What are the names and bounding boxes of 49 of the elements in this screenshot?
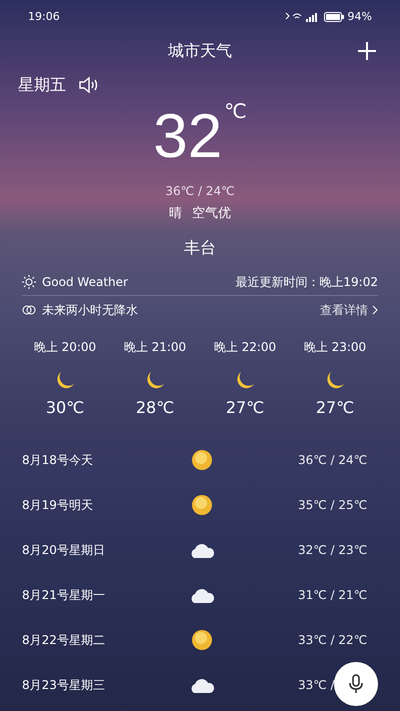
city-name: 丰台	[184, 236, 216, 258]
speaker-button[interactable]	[78, 76, 100, 94]
forecast-date: 8月18号今天	[22, 452, 94, 469]
forecast-temperature: 33℃ / 22℃	[298, 632, 368, 649]
cloud-icon	[189, 541, 215, 559]
air-quality: 空气优	[192, 205, 231, 223]
forecast-temperature: 36℃ / 24℃	[298, 452, 368, 469]
signal-icon	[284, 12, 320, 22]
chevron-right-icon	[372, 304, 378, 314]
sun-icon	[191, 629, 213, 651]
cloud-icon	[189, 676, 215, 694]
forecast-date: 8月19号明天	[22, 497, 94, 514]
sun-outline-icon	[22, 275, 36, 289]
hour-time: 晚上 20:00	[34, 338, 96, 356]
weather-summary: Good Weather	[42, 274, 128, 291]
hour-temperature: 27℃	[226, 396, 264, 418]
current-temperature: 32	[153, 102, 222, 172]
hour-temperature: 27℃	[316, 396, 354, 418]
hour-temperature: 28℃	[136, 396, 174, 418]
rain-forecast: 未来两小时无降水	[42, 302, 138, 318]
hour-time: 晚上 23:00	[304, 338, 366, 356]
speaker-icon	[78, 76, 100, 94]
microphone-icon	[347, 674, 365, 694]
sun-icon	[191, 494, 213, 516]
cloud-icon	[189, 586, 215, 604]
temperature-range: 36℃ / 24℃	[165, 183, 235, 200]
forecast-temperature: 31℃ / 21℃	[298, 587, 368, 604]
forecast-temperature: 35℃ / 25℃	[298, 497, 368, 514]
forecast-temperature: 32℃ / 23℃	[298, 542, 368, 559]
forecast-temperature: 33℃ /	[298, 677, 335, 694]
plus-icon	[357, 41, 377, 61]
microphone-button[interactable]	[334, 662, 378, 706]
sun-icon	[191, 449, 213, 471]
battery-icon	[324, 12, 344, 22]
forecast-date: 8月22号星期二	[22, 632, 106, 649]
status-time: 19:06	[28, 8, 60, 25]
temperature-unit: ℃	[224, 98, 247, 125]
update-time: 最近更新时间：晚上19:02	[235, 274, 378, 291]
hour-time: 晚上 22:00	[214, 338, 276, 356]
battery-level: 94%	[348, 8, 372, 25]
weekday: 星期五	[18, 74, 66, 96]
details-link[interactable]: 查看详情	[320, 300, 378, 318]
weather-condition: 晴	[169, 205, 182, 223]
forecast-date: 8月23号星期三	[22, 677, 106, 694]
hour-time: 晚上 21:00	[124, 338, 186, 356]
forecast-date: 8月20号星期日	[22, 542, 106, 559]
page-title: 城市天气	[168, 40, 232, 62]
hour-temperature: 30℃	[46, 396, 84, 418]
forecast-date: 8月21号星期一	[22, 587, 106, 604]
